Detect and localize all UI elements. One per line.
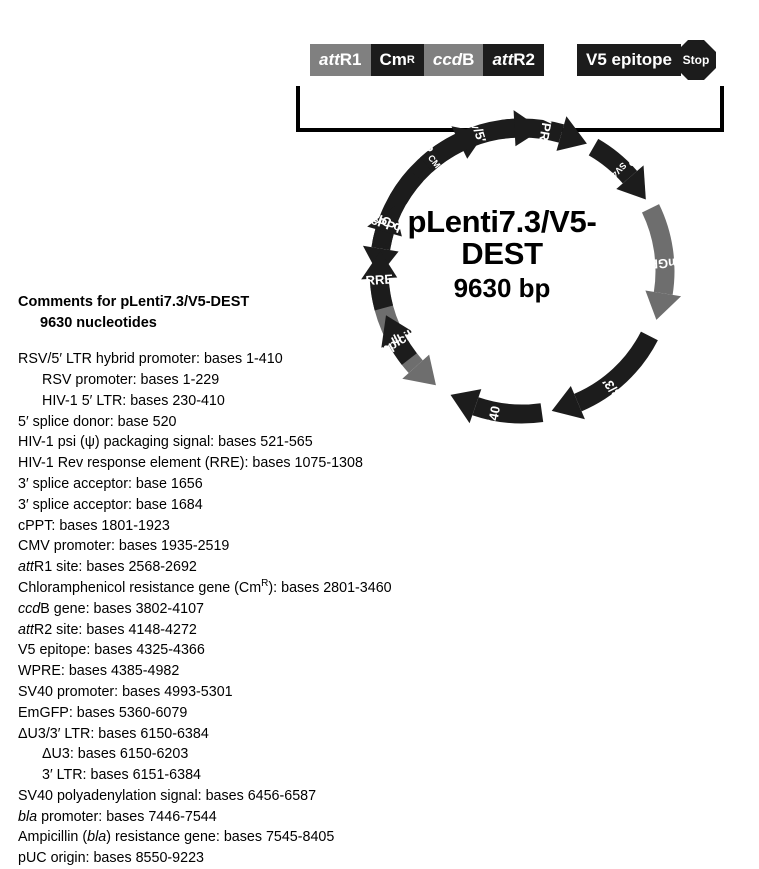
comment-item: HIV-1 Rev response element (RRE): bases …	[18, 455, 363, 472]
plasmid-center-label: pLenti7.3/V5- DEST 9630 bp	[382, 204, 622, 303]
comment-item: WPRE: bases 4385-4982	[18, 663, 180, 680]
comments-block: Comments for pLenti7.3/V5-DEST 9630 nucl…	[18, 292, 448, 869]
comment-item: attR2 site: bases 4148-4272	[18, 621, 197, 638]
feature-arc-sv40-pa	[472, 397, 544, 424]
comments-heading: Comments for pLenti7.3/V5-DEST 9630 nucl…	[18, 292, 448, 333]
italic-gene-name: bla	[18, 808, 38, 825]
stop-codon-badge: Stop	[676, 40, 716, 80]
comment-item: Ampicillin (bla) resistance gene: bases …	[18, 829, 335, 846]
comment-item: CMV promoter: bases 1935-2519	[18, 538, 230, 555]
cassette-box-attR2: att R2	[483, 44, 544, 76]
italic-gene-name: ccd	[18, 600, 41, 617]
comment-item: RSV promoter: bases 1-229	[42, 371, 220, 388]
comment-item: pUC origin: bases 8550-9223	[18, 850, 204, 867]
bracket-right-cap	[720, 86, 724, 132]
feature-label: EmGFP	[641, 255, 689, 272]
italic-gene-name: att	[18, 559, 34, 576]
feature-arrowhead	[645, 290, 682, 320]
comment-item: cPPT: bases 1801-1923	[18, 517, 170, 534]
attR2-rest: R2	[513, 50, 535, 69]
feature-arc-emgfp	[641, 204, 675, 295]
comment-item: EmGFP: bases 5360-6079	[18, 704, 188, 721]
plasmid-map-figure: att R1 Cm R ccd B att R2 V5 epitope Stop P C…	[0, 0, 759, 866]
cassette-box-v5-epitope: V5 epitope	[577, 44, 681, 76]
comment-item: 3′ splice acceptor: base 1684	[18, 496, 203, 513]
comment-item: SV40 polyadenylation signal: bases 6456-…	[18, 787, 317, 804]
plasmid-name-line2: DEST	[461, 236, 543, 272]
comment-item: ΔU3: bases 6150-6203	[42, 746, 189, 763]
comments-heading-line2: 9630 nucleotides	[40, 314, 157, 331]
comment-item: 3′ splice acceptor: base 1656	[18, 475, 203, 492]
attR1-italic-part: att	[319, 50, 340, 69]
plasmid-name-line1: pLenti7.3/V5-	[407, 204, 597, 239]
cassette-box-CmR: Cm R	[370, 44, 424, 76]
cassette-box-ccdB: ccd B	[423, 44, 484, 76]
italic-gene-name: att	[18, 621, 34, 638]
attR1-rest: R1	[339, 50, 362, 69]
superscript: R	[261, 578, 269, 590]
feature-label: WPRE	[535, 109, 556, 150]
expression-cassette-bar: att R1 Cm R ccd B att R2 V5 epitope Stop	[296, 40, 724, 132]
comment-item: RSV/5′ LTR hybrid promoter: bases 1-410	[18, 351, 283, 368]
comment-item: Chloramphenicol resistance gene (CmR): b…	[18, 578, 392, 596]
ccdB-rest: B	[462, 50, 475, 69]
comment-item: SV40 promoter: bases 4993-5301	[18, 683, 233, 700]
CmR-base: Cm	[379, 50, 407, 69]
comment-item: HIV-1 5′ LTR: bases 230-410	[42, 392, 225, 409]
attR2-italic-part: att	[492, 50, 514, 69]
comment-item: attR1 site: bases 2568-2692	[18, 559, 197, 576]
comment-item: ccdB gene: bases 3802-4107	[18, 600, 205, 617]
comment-item: V5 epitope: bases 4325-4366	[18, 642, 205, 659]
comment-item: 5′ splice donor: base 520	[18, 413, 177, 430]
ccdB-italic-part: ccd	[432, 50, 463, 69]
comments-heading-line1: Comments for pLenti7.3/V5-DEST	[18, 294, 250, 310]
comment-item: HIV-1 psi (ψ) packaging signal: bases 52…	[18, 434, 313, 451]
comment-item: 3′ LTR: bases 6151-6384	[42, 767, 201, 784]
cassette-box-attR1: att R1	[310, 44, 371, 76]
comment-item: ΔU3/3′ LTR: bases 6150-6384	[18, 725, 209, 742]
comments-list: RSV/5′ LTR hybrid promoter: bases 1-410 R…	[18, 349, 448, 869]
italic-gene-name: bla	[87, 829, 107, 846]
bracket-left-cap	[296, 86, 300, 132]
comment-item: bla promoter: bases 7446-7544	[18, 808, 217, 825]
cassette-box-group: att R1 Cm R ccd B att R2	[310, 44, 544, 76]
